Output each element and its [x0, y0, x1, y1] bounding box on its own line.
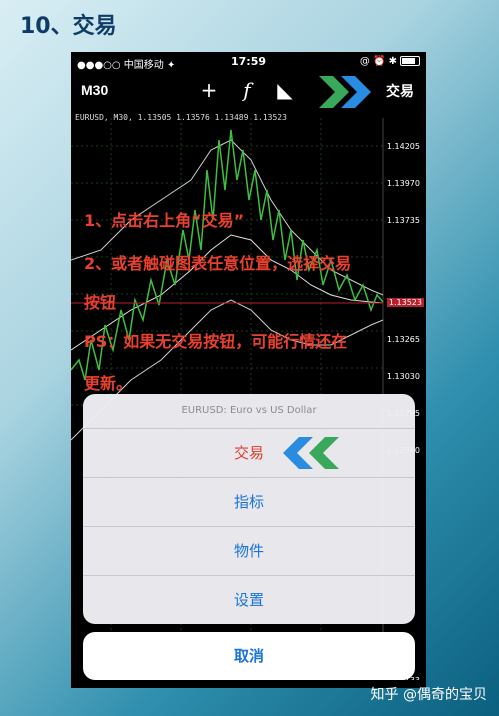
price-label: 1.13265: [386, 335, 420, 344]
arrow-right-icon: [319, 76, 371, 108]
sheet-item-settings[interactable]: 设置: [83, 576, 415, 624]
page-title: 10、交易: [20, 14, 117, 39]
watermark: 知乎 @偶奇的宝贝: [370, 687, 487, 703]
price-label: 1.13030: [386, 372, 420, 381]
action-sheet: EURUSD: Euro vs US Dollar 交易 指标 物件 设置: [83, 394, 415, 624]
sheet-item-indicators[interactable]: 指标: [83, 478, 415, 527]
toolbar: M30 + f ◣ 交易: [71, 72, 426, 110]
sheet-item-label: 指标: [233, 493, 264, 511]
sheet-item-label: 交易: [233, 444, 264, 462]
arrow-left-icon: [283, 437, 339, 469]
status-indicators: @ ⏰ ✱: [359, 56, 397, 67]
sheet-item-label: 物件: [233, 542, 264, 560]
cancel-button[interactable]: 取消: [83, 632, 415, 680]
sheet-item-trade[interactable]: 交易: [83, 429, 415, 478]
status-icons: @ ⏰ ✱: [360, 56, 420, 67]
timeframe-button[interactable]: M30: [81, 82, 108, 98]
sheet-item-objects[interactable]: 物件: [83, 527, 415, 576]
crosshair-icon[interactable]: +: [197, 78, 221, 102]
trade-button[interactable]: 交易: [386, 81, 414, 101]
instruction-line-4: PS：如果无交易按钮，可能行情还在: [84, 332, 348, 351]
price-label: 1.14205: [386, 142, 420, 151]
price-label: 1.13970: [386, 179, 420, 188]
instruction-line-2: 2、或者触碰图表任意位置，选择交易: [84, 254, 352, 273]
status-bar: ●●●○○ 中国移动 ✦ 17:59 @ ⏰ ✱: [71, 52, 426, 72]
instruction-line-3: 按钮: [84, 293, 117, 312]
sheet-title: EURUSD: Euro vs US Dollar: [83, 394, 415, 429]
battery-icon: [400, 56, 420, 66]
indicator-icon[interactable]: f: [235, 78, 259, 102]
chart-header: EURUSD, M30, 1.13505 1.13576 1.13489 1.1…: [75, 113, 287, 122]
sheet-item-label: 设置: [233, 591, 264, 609]
instruction-line-1: 1、点击右上角“交易”: [84, 211, 245, 230]
price-label: 1.13735: [386, 216, 420, 225]
current-price-label: 1.13523: [386, 298, 424, 307]
instruction-line-5: 更新。: [84, 374, 133, 393]
objects-icon[interactable]: ◣: [273, 78, 297, 102]
